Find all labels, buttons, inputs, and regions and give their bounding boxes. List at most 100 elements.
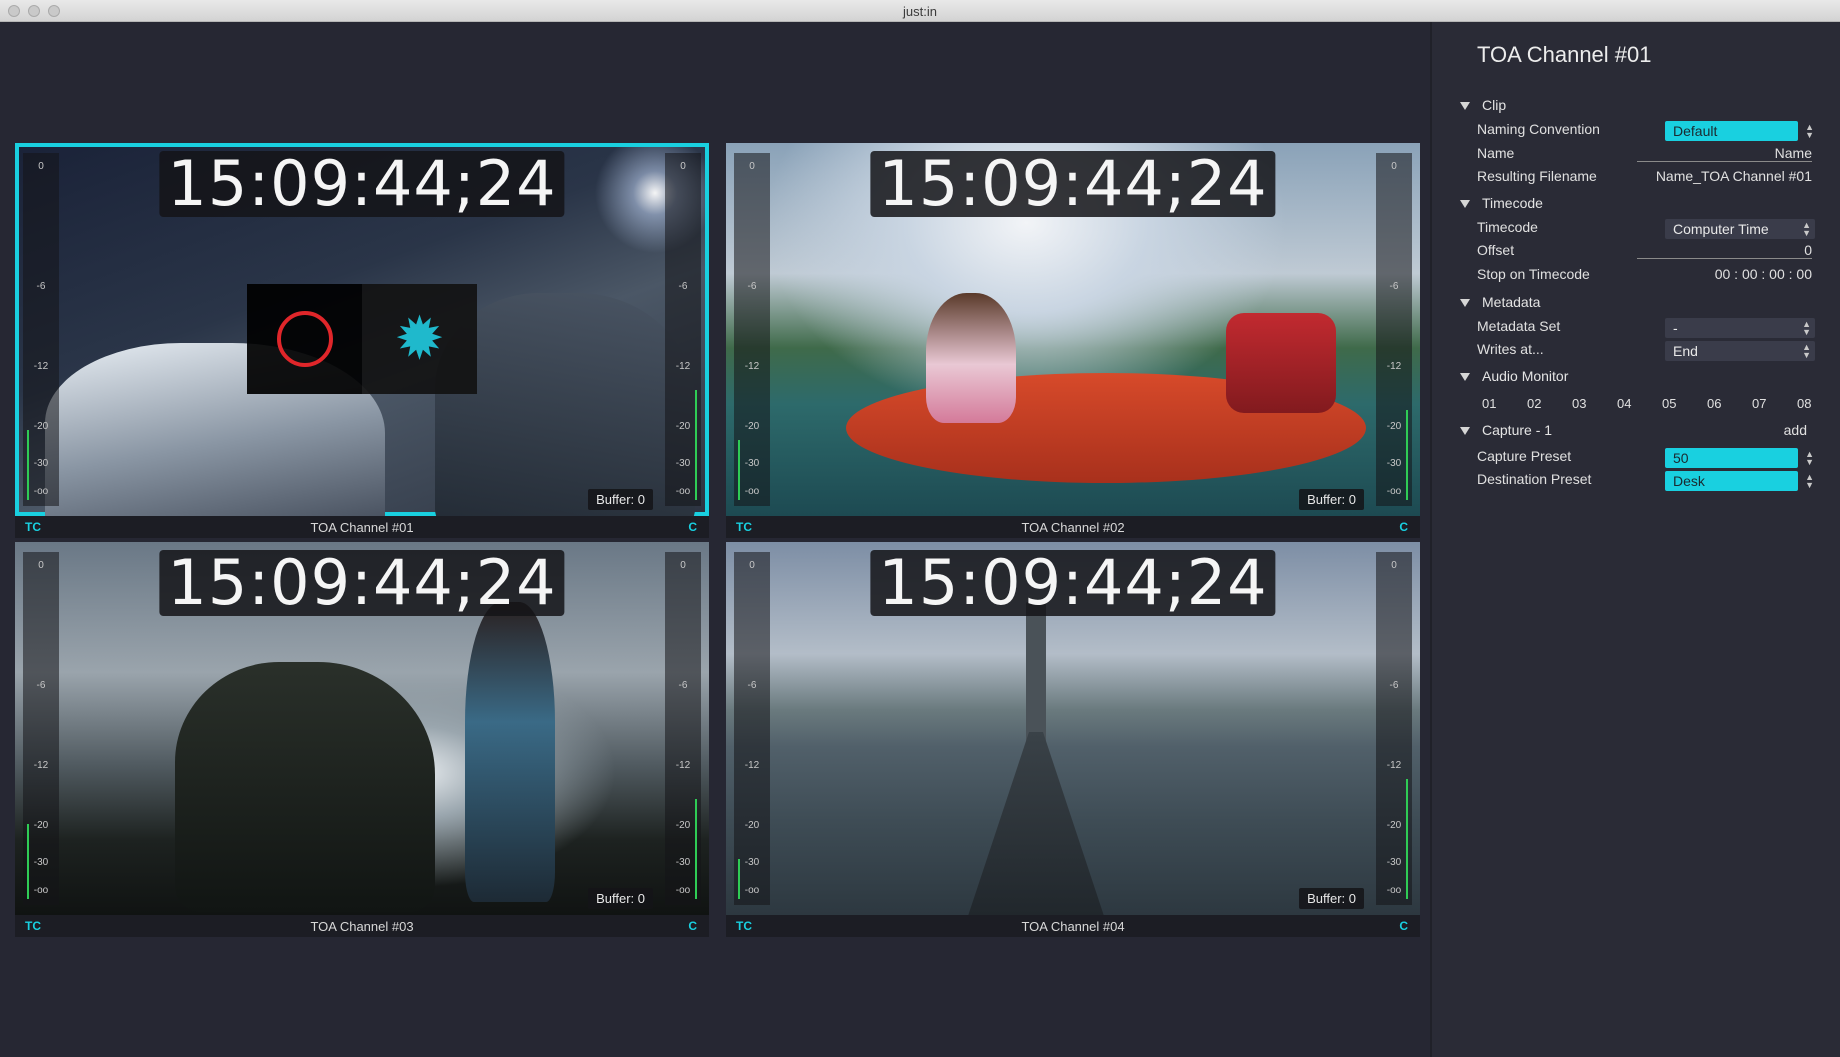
meter-tick: -12 (1386, 760, 1402, 771)
audio-meter-left: 0 -6 -12 -20 -30 -oo (734, 552, 770, 905)
add-capture-button[interactable]: add (1784, 422, 1807, 438)
select-value: Default (1673, 123, 1718, 139)
disclosure-triangle-icon (1460, 299, 1470, 308)
writes-at-label: Writes at... (1477, 341, 1544, 357)
record-button[interactable] (247, 284, 362, 394)
stepper-arrows-icon: ▲ ▼ (1802, 342, 1811, 360)
audio-channel-toggle[interactable]: 07 (1752, 396, 1766, 411)
meter-tick: 0 (1391, 161, 1397, 172)
audio-channel-toggle[interactable]: 04 (1617, 396, 1631, 411)
c-indicator: C (1399, 919, 1408, 933)
meter-level (738, 440, 740, 500)
window-title: just:in (903, 4, 937, 19)
channel-name: TOA Channel #04 (1021, 919, 1125, 934)
channel-label-bar: TC TOA Channel #01 C (15, 516, 709, 538)
writes-at-select[interactable]: End ▲ ▼ (1665, 341, 1815, 361)
section-label: Clip (1482, 97, 1507, 113)
disclosure-triangle-icon (1460, 200, 1470, 209)
settings-button[interactable]: ✹ (362, 284, 477, 394)
metadata-set-label: Metadata Set (1477, 318, 1561, 334)
meter-tick: -6 (678, 281, 688, 292)
resulting-filename-value: Name_TOA Channel #01 (1655, 168, 1812, 184)
rock-image (175, 662, 435, 912)
select-value: Computer Time (1673, 221, 1769, 237)
audio-channel-toggle[interactable]: 03 (1572, 396, 1586, 411)
channel-name: TOA Channel #01 (310, 520, 414, 535)
name-label: Name (1477, 145, 1515, 161)
section-label: Audio Monitor (1482, 368, 1569, 384)
meter-tick: 0 (749, 560, 755, 571)
meter-tick: -6 (36, 680, 46, 691)
channel-monitor-4[interactable]: 0 -6 -12 -20 -30 -oo 0 -6 -12 -20 -30 -o… (726, 542, 1420, 937)
section-audio-monitor-header[interactable]: Audio Monitor (1460, 368, 1568, 384)
naming-convention-label: Naming Convention (1477, 121, 1600, 137)
destination-preset-select[interactable]: Desk ▲ ▼ (1665, 471, 1814, 491)
audio-channel-toggle[interactable]: 02 (1527, 396, 1541, 411)
timecode-display: 15:09:44;24 (870, 550, 1276, 616)
channel-name: TOA Channel #02 (1021, 520, 1125, 535)
c-indicator: C (688, 919, 697, 933)
section-label: Timecode (1482, 195, 1543, 211)
audio-meter-right: 0 -6 -12 -20 -30 -oo (665, 153, 701, 506)
meter-tick: -12 (744, 361, 760, 372)
timecode-source-select[interactable]: Computer Time ▲ ▼ (1665, 219, 1815, 239)
meter-tick: -6 (678, 680, 688, 691)
naming-convention-select[interactable]: Default ▲ ▼ (1665, 121, 1814, 141)
stepper-arrows-icon: ▲ ▼ (1805, 122, 1814, 140)
stepper-arrows-icon: ▲ ▼ (1802, 220, 1811, 238)
c-indicator: C (688, 520, 697, 534)
buffer-indicator: Buffer: 0 (588, 489, 653, 510)
camera-image (1226, 313, 1336, 413)
offset-input[interactable]: 0 (1637, 242, 1812, 259)
meter-tick: -12 (744, 760, 760, 771)
person-image (926, 293, 1016, 423)
resulting-filename-label: Resulting Filename (1477, 168, 1597, 184)
video-preview: 0 -6 -12 -20 -30 -oo 0 -6 -12 -20 -30 -o… (726, 542, 1420, 915)
meter-tick: -6 (747, 281, 757, 292)
section-capture-header[interactable]: Capture - 1 (1460, 422, 1552, 438)
section-timecode-header[interactable]: Timecode (1460, 195, 1543, 211)
stop-on-timecode-input[interactable]: 00 : 00 : 00 : 00 (1715, 266, 1812, 282)
video-preview: 0 -6 -12 -20 -30 -oo 0 -6 -12 -20 -30 -o… (15, 143, 709, 516)
meter-tick: 0 (680, 161, 686, 172)
channel-controls-overlay: ✹ (247, 284, 477, 394)
audio-channel-toggle[interactable]: 05 (1662, 396, 1676, 411)
inspector-panel: TOA Channel #01 Clip Naming Convention D… (1430, 22, 1840, 1057)
meter-level (738, 859, 740, 899)
audio-meter-left: 0 -6 -12 -20 -30 -oo (734, 153, 770, 506)
stepper-arrows-icon: ▲ ▼ (1805, 449, 1814, 467)
channel-monitor-3[interactable]: 0 -6 -12 -20 -30 -oo 0 -6 -12 -20 -30 -o… (15, 542, 709, 937)
audio-meter-right: 0 -6 -12 -20 -30 -oo (1376, 552, 1412, 905)
gear-icon: ✹ (394, 305, 445, 372)
offset-label: Offset (1477, 242, 1515, 258)
meter-tick: -6 (747, 680, 757, 691)
select-value: 50 (1673, 450, 1689, 466)
meter-level (695, 799, 697, 899)
timecode-display: 15:09:44;24 (159, 151, 565, 217)
stepper-arrows-icon: ▲ ▼ (1802, 319, 1811, 337)
audio-channel-toggle[interactable]: 08 (1797, 396, 1811, 411)
channel-monitor-2[interactable]: 0 -6 -12 -20 -30 -oo 0 -6 -12 -20 -30 -o… (726, 143, 1420, 538)
audio-meter-left: 0 -6 -12 -20 -30 -oo (23, 153, 59, 506)
audio-channel-toggle[interactable]: 06 (1707, 396, 1721, 411)
metadata-set-select[interactable]: - ▲ ▼ (1665, 318, 1815, 338)
buffer-indicator: Buffer: 0 (588, 888, 653, 909)
disclosure-triangle-icon (1460, 102, 1470, 111)
stepper-arrows-icon: ▲ ▼ (1805, 472, 1814, 490)
meter-tick: 0 (38, 161, 44, 172)
audio-meter-right: 0 -6 -12 -20 -30 -oo (1376, 153, 1412, 506)
section-clip-header[interactable]: Clip (1460, 97, 1506, 113)
meter-level (695, 390, 697, 500)
channel-monitor-1[interactable]: 0 -6 -12 -20 -30 -oo 0 -6 -12 -20 -30 -o… (15, 143, 709, 538)
monitor-grid: 0 -6 -12 -20 -30 -oo 0 -6 -12 -20 -30 -o… (0, 22, 1430, 1057)
app-window: just:in 0 -6 -12 -20 -30 -oo 0 -6 -12 -2… (0, 0, 1840, 1057)
inspector-title: TOA Channel #01 (1477, 42, 1652, 67)
name-input[interactable]: Name (1637, 145, 1812, 162)
disclosure-triangle-icon (1460, 373, 1470, 382)
timecode-display: 15:09:44;24 (159, 550, 565, 616)
stop-on-timecode-label: Stop on Timecode (1477, 266, 1590, 282)
capture-preset-select[interactable]: 50 ▲ ▼ (1665, 448, 1814, 468)
audio-channel-toggle[interactable]: 01 (1482, 396, 1496, 411)
buffer-indicator: Buffer: 0 (1299, 888, 1364, 909)
section-metadata-header[interactable]: Metadata (1460, 294, 1540, 310)
